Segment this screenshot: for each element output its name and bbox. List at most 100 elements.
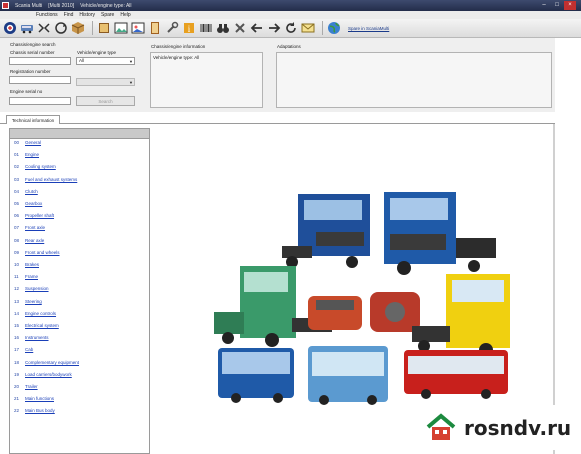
list-item[interactable]: 06 Propeller shaft	[14, 213, 54, 218]
list-item-label[interactable]: Instruments	[25, 335, 49, 340]
envelope-icon[interactable]	[301, 21, 315, 35]
list-item[interactable]: 02 Cooling system	[14, 164, 56, 169]
globe-icon[interactable]	[327, 21, 341, 35]
list-item-label[interactable]: Gearbox	[25, 201, 42, 206]
engine-serial-input[interactable]	[9, 97, 71, 105]
refresh-icon[interactable]	[284, 21, 298, 35]
wrench-icon[interactable]	[165, 21, 179, 35]
menu-find[interactable]: Find	[64, 12, 74, 18]
list-item-label[interactable]: Main Bus body	[25, 408, 55, 413]
info-icon[interactable]: i	[182, 21, 196, 35]
list-item[interactable]: 08 Rear axle	[14, 238, 44, 243]
list-item-label[interactable]: Brakes	[25, 262, 39, 267]
list-item[interactable]: 04 Clutch	[14, 189, 38, 194]
image-icon[interactable]	[114, 21, 128, 35]
list-item-label[interactable]: Front and wheels	[25, 250, 60, 255]
list-item-label[interactable]: Complementary equipment	[25, 360, 79, 365]
window-edge	[555, 38, 581, 454]
chassis-serial-input[interactable]	[9, 57, 71, 65]
list-item-label[interactable]: Suspension	[25, 286, 49, 291]
chassis-info-title: Chassis/engine information	[151, 44, 206, 49]
list-item-label[interactable]: Main functions	[25, 396, 54, 401]
list-item-code: 20	[14, 384, 20, 389]
registration-select[interactable]: ▼	[76, 78, 135, 86]
vehicle-type-value: All	[79, 58, 85, 63]
list-item-label[interactable]: Propeller shaft	[25, 213, 54, 218]
list-item-label[interactable]: Steering	[25, 299, 42, 304]
vehicles-illustration	[214, 192, 510, 405]
vehicle-type-select[interactable]: All ▼	[76, 57, 135, 65]
list-item-label[interactable]: Cooling system	[25, 164, 56, 169]
list-item[interactable]: 07 Front axle	[14, 225, 45, 230]
watermark: rosndv.ru	[414, 405, 577, 450]
list-item[interactable]: 10 Brakes	[14, 262, 39, 267]
list-item[interactable]: 09 Front and wheels	[14, 250, 60, 255]
menu-history[interactable]: History	[79, 12, 95, 18]
app-version: [Multi 2010]	[48, 2, 75, 9]
house-logo-icon	[426, 412, 456, 440]
scania-logo-icon[interactable]	[3, 21, 17, 35]
list-item-label[interactable]: Frame	[25, 274, 38, 279]
list-item[interactable]: 19 Load carriers/bodywork	[14, 372, 72, 377]
list-item-code: 18	[14, 359, 20, 365]
list-item[interactable]: 12 Suspension	[14, 286, 49, 291]
list-item[interactable]: 22 Main Bus body	[14, 408, 55, 413]
list-item[interactable]: 21 Main functions	[14, 396, 54, 401]
list-item[interactable]: 03 Fuel and exhaust systems	[14, 177, 77, 182]
list-item-code: 22	[14, 408, 20, 414]
list-item-label[interactable]: General	[25, 140, 41, 145]
menu-spare[interactable]: Spare	[101, 12, 114, 18]
menu-help[interactable]: Help	[120, 12, 130, 18]
book-icon[interactable]	[97, 21, 111, 35]
tab-divider	[0, 123, 555, 124]
tools-icon[interactable]	[233, 21, 247, 35]
close-button[interactable]: ×	[564, 1, 576, 10]
list-item-label[interactable]: Engine	[25, 152, 39, 157]
list-item-code: 15	[14, 323, 20, 328]
binoculars-icon[interactable]	[216, 21, 230, 35]
list-item[interactable]: 00 General	[14, 140, 41, 145]
list-item-label[interactable]: Fuel and exhaust systems	[25, 177, 77, 182]
watermark-text: rosndv.ru	[464, 415, 572, 440]
tab-technical-information[interactable]: Technical information	[6, 115, 60, 124]
compress-icon[interactable]	[37, 21, 51, 35]
book-icon[interactable]	[148, 21, 162, 35]
chassis-info-panel: Vehicle/engine type: All	[150, 52, 263, 108]
search-button[interactable]: Search	[76, 96, 135, 106]
list-item[interactable]: 01 Engine	[14, 152, 39, 157]
list-item[interactable]: 17 Cab	[14, 347, 33, 352]
list-item-label[interactable]: Clutch	[25, 189, 38, 194]
list-item[interactable]: 15 Electrical system	[14, 323, 59, 328]
list-item-label[interactable]: Cab	[25, 347, 33, 352]
list-item[interactable]: 18 Complementary equipment	[14, 360, 79, 365]
list-item-label[interactable]: Trailer	[25, 384, 38, 389]
list-item[interactable]: 11 Frame	[14, 274, 38, 279]
sync-icon[interactable]	[54, 21, 68, 35]
list-item-label[interactable]: Front axle	[25, 225, 45, 230]
list-item[interactable]: 16 Instruments	[14, 335, 49, 340]
list-item-label[interactable]: Load carriers/bodywork	[25, 372, 72, 377]
list-item[interactable]: 20 Trailer	[14, 384, 38, 389]
minimize-button[interactable]: –	[538, 1, 550, 10]
barcode-icon[interactable]	[199, 21, 213, 35]
toolbar: i Spare in ScaniaMulti	[0, 19, 581, 38]
list-item-label[interactable]: Electrical system	[25, 323, 59, 328]
spare-link[interactable]: Spare in ScaniaMulti	[348, 26, 389, 31]
list-item[interactable]: 13 Steering	[14, 299, 42, 304]
forward-arrow-icon[interactable]	[267, 21, 281, 35]
list-item[interactable]: 14 Engine controls	[14, 311, 56, 316]
list-item-label[interactable]: Engine controls	[25, 311, 56, 316]
picture-icon[interactable]	[131, 21, 145, 35]
list-item-code: 04	[14, 188, 20, 194]
back-arrow-icon[interactable]	[250, 21, 264, 35]
list-item[interactable]: 05 Gearbox	[14, 201, 42, 206]
bus-icon[interactable]	[20, 21, 34, 35]
list-item-code: 05	[14, 201, 20, 206]
list-item-code: 06	[14, 213, 20, 219]
registration-input[interactable]	[9, 76, 71, 84]
menu-functions[interactable]: Functions	[36, 12, 58, 18]
cube-icon[interactable]	[71, 21, 85, 35]
maximize-button[interactable]: □	[551, 1, 563, 10]
menu-bar: Functions Find History Spare Help	[0, 11, 581, 19]
list-item-label[interactable]: Rear axle	[25, 238, 44, 243]
